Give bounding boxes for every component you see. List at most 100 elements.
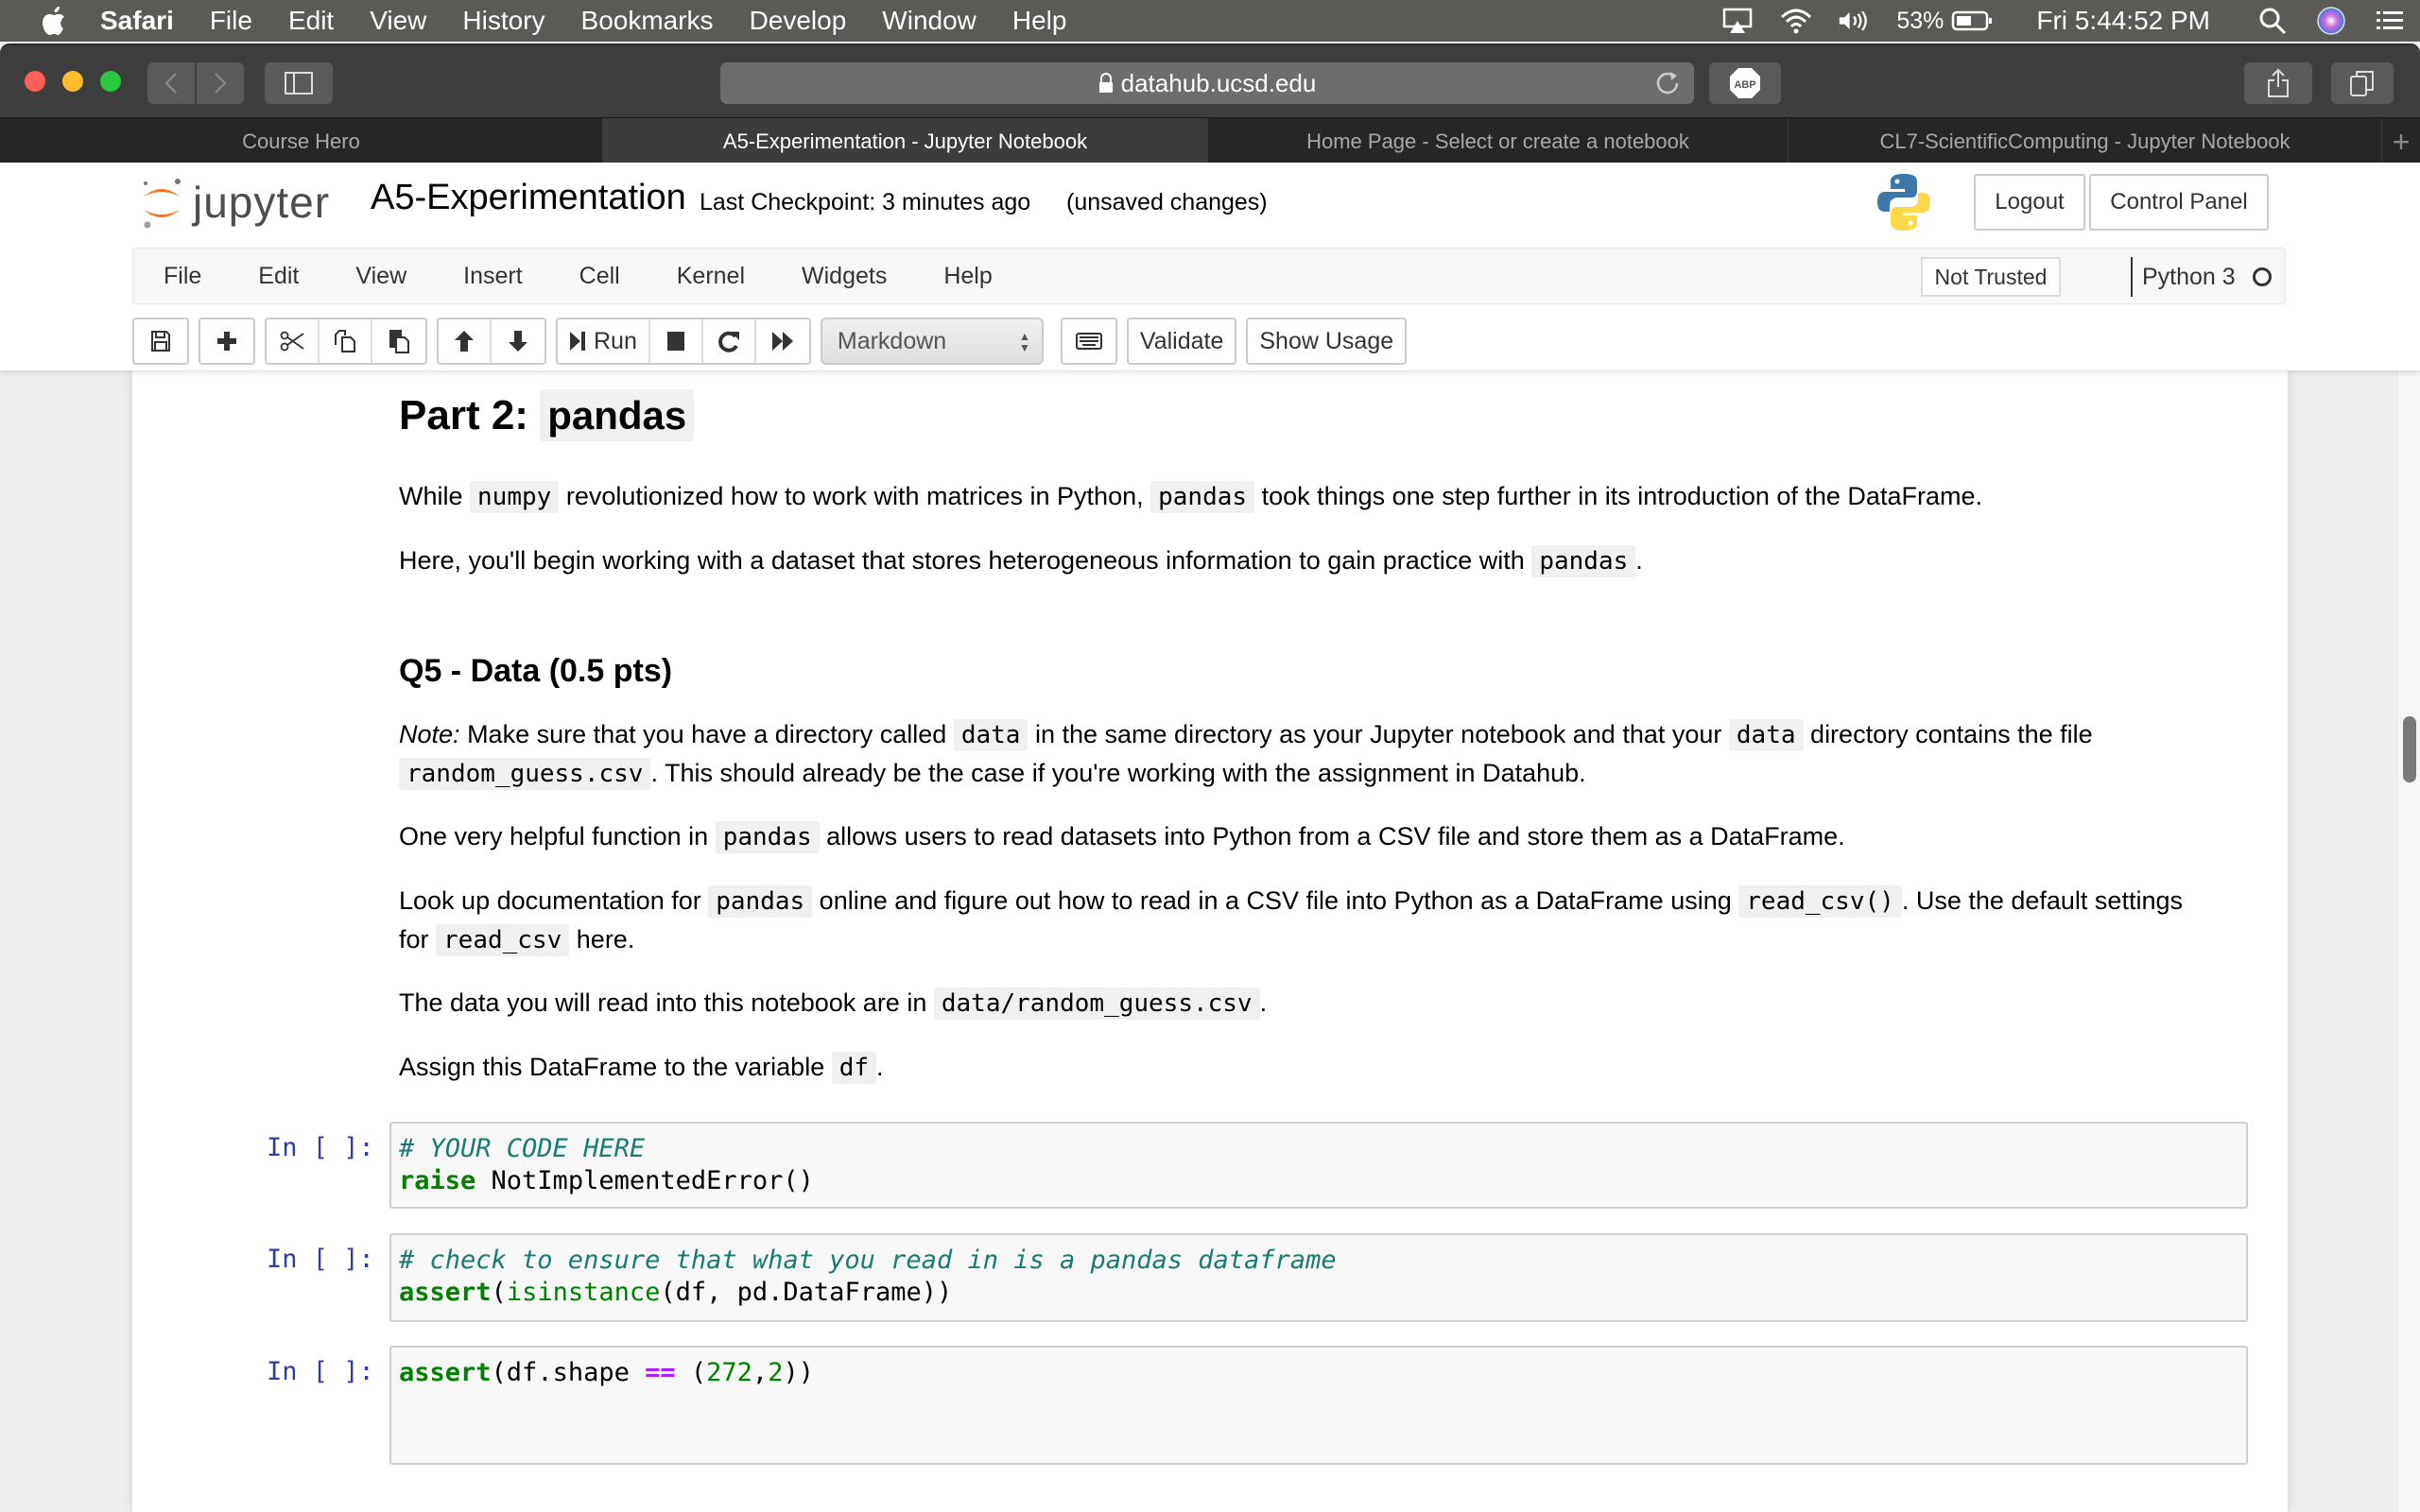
address-bar[interactable]: datahub.ucsd.edu [720, 62, 1694, 104]
tab-cl7-scientific-computing[interactable]: CL7-ScientificComputing - Jupyter Notebo… [1789, 118, 2382, 165]
menu-edit[interactable]: Edit [288, 6, 334, 36]
cut-cell-button[interactable] [267, 319, 320, 363]
inline-code: data/random_guess.csv [933, 988, 1260, 1020]
nb-menu-view[interactable]: View [355, 263, 406, 290]
code-comment: # check to ensure that what you read in … [399, 1246, 1337, 1275]
run-label: Run [594, 327, 637, 354]
tab-overview-button[interactable] [2331, 62, 2394, 104]
cell-type-select[interactable]: Markdown ▲ ▼ [820, 318, 1044, 365]
code-operator: == [645, 1358, 676, 1387]
text: Look up documentation for [399, 886, 701, 915]
show-usage-button[interactable]: Show Usage [1248, 319, 1405, 363]
text: Make sure that you have a directory call… [467, 720, 947, 748]
tab-home-page[interactable]: Home Page - Select or create a notebook [1208, 118, 1789, 165]
code-keyword: assert [399, 1278, 492, 1307]
minimize-window-button[interactable] [62, 71, 83, 92]
save-icon [151, 331, 170, 352]
forward-button[interactable] [197, 62, 244, 104]
tab-course-hero[interactable]: Course Hero [0, 118, 603, 165]
code-text: ( [491, 1278, 507, 1307]
clock[interactable]: Fri 5:44:52 PM [2036, 6, 2210, 36]
heading-code: pandas [540, 389, 695, 441]
code-text: (df, pd.DataFrame)) [660, 1278, 953, 1307]
inline-code: random_guess.csv [399, 758, 651, 790]
wifi-icon[interactable] [1779, 7, 1813, 35]
apple-menu-icon[interactable] [40, 6, 68, 36]
adblock-plus-button[interactable]: ABP [1709, 62, 1781, 104]
text: . This should already be the case if you… [650, 759, 1586, 787]
code-cell-answer[interactable]: # YOUR CODE HERE raise NotImplementedErr… [389, 1122, 2248, 1209]
text: revolutionized how to work with matrices… [565, 482, 1144, 510]
code-comment: # YOUR CODE HERE [399, 1134, 646, 1163]
move-cell-down-button[interactable] [492, 319, 544, 363]
inline-code: read_csv [436, 924, 570, 956]
page-scrollbar[interactable] [2397, 370, 2420, 1512]
code-cell-shape-check[interactable]: assert(df.shape == (272,2)) [389, 1346, 2248, 1465]
logout-button[interactable]: Logout [1974, 174, 2085, 231]
menu-view[interactable]: View [370, 6, 426, 36]
paragraph-note: Note: Make sure that you have a director… [399, 715, 2214, 793]
back-button[interactable] [147, 62, 195, 104]
run-cell-button[interactable]: Run [558, 319, 650, 363]
tab-bar: Course Hero A5-Experimentation - Jupyter… [0, 117, 2420, 165]
validate-button[interactable]: Validate [1129, 319, 1236, 363]
code-text: ( [675, 1358, 707, 1387]
step-forward-icon [570, 332, 585, 351]
scissors-icon [280, 331, 304, 352]
move-cell-up-button[interactable] [439, 319, 492, 363]
text: . [1259, 988, 1268, 1017]
siri-icon[interactable] [2314, 7, 2348, 35]
menu-file[interactable]: File [210, 6, 252, 36]
restart-kernel-button[interactable] [703, 319, 756, 363]
spotlight-search-icon[interactable] [2256, 7, 2290, 35]
copy-cell-button[interactable] [320, 319, 372, 363]
code-cell-isinstance-check[interactable]: # check to ensure that what you read in … [389, 1233, 2248, 1322]
notebook-name[interactable]: A5-Experimentation [371, 178, 686, 218]
menu-window[interactable]: Window [882, 6, 977, 36]
restart-icon [717, 331, 739, 352]
nb-menu-edit[interactable]: Edit [258, 263, 299, 290]
menu-history[interactable]: History [462, 6, 544, 36]
code-text: (df.shape [491, 1358, 646, 1387]
notification-center-icon[interactable] [2373, 7, 2407, 35]
paste-cell-button[interactable] [372, 319, 425, 363]
command-palette-button[interactable] [1063, 319, 1115, 363]
menu-develop[interactable]: Develop [750, 6, 847, 36]
lock-icon [1098, 73, 1113, 93]
battery-icon[interactable] [1951, 7, 1995, 35]
insert-cell-button[interactable] [200, 319, 253, 363]
not-trusted-button[interactable]: Not Trusted [1921, 257, 2061, 297]
volume-icon[interactable] [1838, 7, 1872, 35]
menu-safari[interactable]: Safari [100, 6, 174, 36]
share-button[interactable] [2244, 62, 2312, 104]
menu-help[interactable]: Help [1012, 6, 1067, 36]
control-panel-button[interactable]: Control Panel [2089, 174, 2269, 231]
close-window-button[interactable] [25, 71, 45, 92]
nb-menu-insert[interactable]: Insert [463, 263, 523, 290]
nb-menu-cell[interactable]: Cell [579, 263, 620, 290]
code-keyword: raise [399, 1166, 476, 1195]
save-button[interactable] [134, 319, 187, 363]
text: directory contains the file [1810, 720, 2093, 748]
text: in the same directory as your Jupyter no… [1034, 720, 1722, 748]
nb-menu-kernel[interactable]: Kernel [677, 263, 745, 290]
zoom-window-button[interactable] [100, 71, 121, 92]
nb-menu-file[interactable]: File [164, 263, 201, 290]
os-menubar: Safari File Edit View History Bookmarks … [0, 0, 2420, 42]
code-text: , [752, 1358, 769, 1387]
interrupt-kernel-button[interactable] [650, 319, 703, 363]
airplay-icon[interactable] [1720, 7, 1754, 35]
jupyter-logo[interactable]: jupyter [140, 174, 330, 231]
menu-bookmarks[interactable]: Bookmarks [581, 6, 714, 36]
page-scrollbar-thumb[interactable] [2403, 716, 2416, 782]
restart-run-all-button[interactable] [756, 319, 809, 363]
reload-icon[interactable] [1654, 70, 1681, 96]
code-text: )) [783, 1358, 814, 1387]
nb-menu-widgets[interactable]: Widgets [802, 263, 887, 290]
nb-menu-help[interactable]: Help [943, 263, 992, 290]
jupyter-logo-text: jupyter [193, 178, 331, 227]
text: One very helpful function in [399, 822, 709, 850]
new-tab-button[interactable]: + [2382, 118, 2420, 165]
sidebar-toggle-button[interactable] [265, 62, 333, 104]
tab-a5-experimentation[interactable]: A5-Experimentation - Jupyter Notebook [603, 118, 1208, 165]
